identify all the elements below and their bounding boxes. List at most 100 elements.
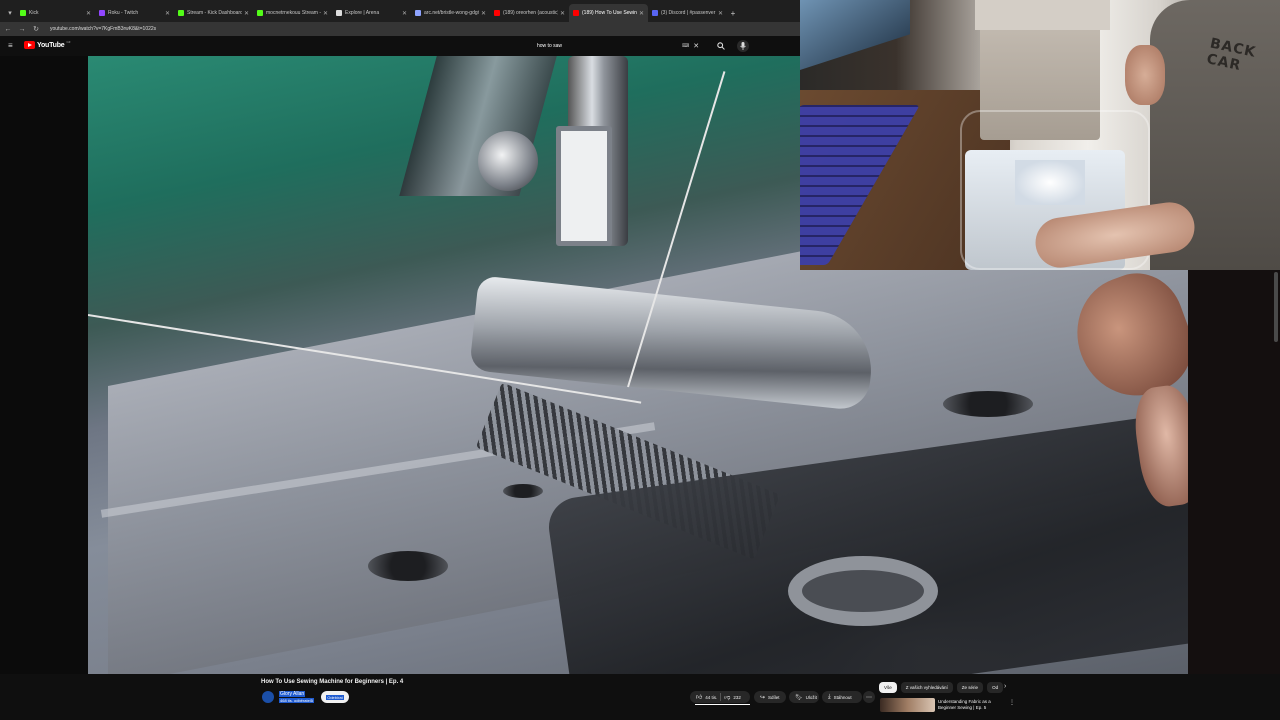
video-frame-screw-hole <box>943 391 1033 417</box>
tab-strip: Kick ✕ Roku - Twitch ✕ Stream - Kick Dashboa… <box>16 4 727 22</box>
download-label: Stáhnout <box>833 694 852 700</box>
tab-close-icon[interactable]: ✕ <box>560 10 565 17</box>
tab-title: (3) Discord | #passenver | 555 <box>661 10 716 16</box>
tab-close-icon[interactable]: ✕ <box>86 10 91 17</box>
menu-icon[interactable]: ≡ <box>8 42 13 50</box>
chip-all[interactable]: Vše <box>879 682 897 693</box>
clear-search-icon[interactable]: ✕ <box>693 42 699 50</box>
tab-close-icon[interactable]: ✕ <box>639 10 644 17</box>
webcam-overlay: BACK CAR <box>800 0 1280 270</box>
like-count[interactable]: 44 tis. <box>705 695 717 700</box>
tab-close-icon[interactable]: ✕ <box>481 10 486 17</box>
recommended-more-icon[interactable]: ⋮ <box>1009 699 1015 706</box>
thumbs-up-icon[interactable]: 👍︎ <box>696 693 702 701</box>
tab-title: Stream - Kick Dashboard <box>187 10 242 16</box>
chip-from-channel[interactable]: Od <box>987 682 1004 693</box>
channel-name[interactable]: Glory Allan <box>279 691 306 697</box>
tab-favicon-icon <box>415 10 421 16</box>
browser-tab[interactable]: mocnetrnekouu Stream - Ki ✕ <box>253 4 332 22</box>
browser-tab[interactable]: Explore | Arena ✕ <box>332 4 411 22</box>
video-frame-foot-window <box>556 126 612 246</box>
save-button[interactable]: 🔖︎ Uložit <box>789 691 819 703</box>
tab-title: Kick <box>29 10 39 16</box>
region-code: CZ <box>66 40 71 44</box>
download-button[interactable]: ⤓ Stáhnout <box>822 691 862 703</box>
search-button[interactable] <box>714 40 728 52</box>
video-frame-bobbin <box>788 556 938 626</box>
new-tab-button[interactable]: + <box>727 4 739 22</box>
youtube-logo[interactable]: YouTube CZ <box>24 40 71 49</box>
tab-favicon-icon <box>652 10 658 16</box>
tab-title: Explore | Arena <box>345 10 380 16</box>
tab-favicon-icon <box>257 10 263 16</box>
like-dislike-group: 👍︎ 44 tis. 👎︎ 232 <box>690 691 750 703</box>
more-horizontal-icon: ⋯ <box>866 694 872 701</box>
like-separator <box>720 693 722 701</box>
tab-close-icon[interactable]: ✕ <box>718 10 723 17</box>
page-scrollbar[interactable] <box>1274 272 1278 342</box>
channel-subscriber-count: 468 tis. odběratelů <box>279 698 314 703</box>
video-frame-screw-hole <box>368 551 448 581</box>
address-bar: ← → ↻ youtube.com/watch?v=7KgFmB3rwK8&t=… <box>0 22 800 36</box>
tab-list-menu-icon[interactable]: ▾ <box>4 4 16 22</box>
save-label: Uložit <box>805 694 817 700</box>
channel-avatar[interactable] <box>262 691 274 703</box>
tab-close-icon[interactable]: ✕ <box>402 10 407 17</box>
related-filter-chips: Vše Z vašich vyhledávání Ze série Od <box>879 682 1004 694</box>
more-actions-button[interactable]: ⋯ <box>863 691 875 703</box>
dislike-count[interactable]: 232 <box>733 695 741 700</box>
search-box: ⌨ ✕ <box>532 40 712 52</box>
microphone-icon <box>740 42 746 50</box>
browser-tab[interactable]: (3) Discord | #passenver | 555✕ <box>648 4 727 22</box>
like-progress-line <box>695 704 750 705</box>
screen: ▾ Kick ✕ Roku - Twitch ✕ Stream - Kick Dashb… <box>0 0 1280 720</box>
subscribe-label: Odebírat <box>326 694 344 700</box>
chevron-right-icon[interactable]: › <box>1004 683 1006 690</box>
back-icon[interactable]: ← <box>4 26 12 33</box>
tab-title: (189) oreorhen (acoustic) - Yo <box>503 10 558 16</box>
video-title: How To Use Sewing Machine for Beginners … <box>261 679 404 685</box>
youtube-play-icon <box>24 41 35 49</box>
video-frame-screw-hole <box>503 484 543 498</box>
tab-favicon-icon <box>494 10 500 16</box>
tab-close-icon[interactable]: ✕ <box>244 10 249 17</box>
tab-title: (189) How To Use Sewing M <box>582 10 637 16</box>
search-icon <box>717 42 725 50</box>
chip-from-series[interactable]: Ze série <box>956 682 984 693</box>
reload-icon[interactable]: ↻ <box>32 25 40 33</box>
recommended-title[interactable]: Understanding Fabric as a Beginner Sewin… <box>938 699 1008 711</box>
subscribe-button[interactable]: Odebírat <box>321 691 349 703</box>
forward-icon[interactable]: → <box>18 26 26 33</box>
browser-tab[interactable]: Stream - Kick Dashboard ✕ <box>174 4 253 22</box>
browser-tab[interactable]: (189) oreorhen (acoustic) - Yo✕ <box>490 4 569 22</box>
voice-search-button[interactable] <box>737 40 749 52</box>
recommended-thumbnail[interactable] <box>880 698 935 712</box>
share-button[interactable]: ↪ Sdílet <box>754 691 786 703</box>
webcam-hand <box>1125 45 1165 105</box>
keyboard-icon[interactable]: ⌨ <box>682 43 689 49</box>
tab-close-icon[interactable]: ✕ <box>323 10 328 17</box>
tab-favicon-icon <box>336 10 342 16</box>
browser-tab-bar: ▾ Kick ✕ Roku - Twitch ✕ Stream - Kick Dashb… <box>0 0 800 22</box>
tab-favicon-icon <box>20 10 26 16</box>
download-icon: ⤓ <box>828 693 831 700</box>
url-field[interactable]: youtube.com/watch?v=7KgFmB3rwK8&t=1022s <box>50 26 156 32</box>
search-input[interactable] <box>532 43 682 49</box>
browser-tab[interactable]: Kick ✕ <box>16 4 95 22</box>
tab-title: Roku - Twitch <box>108 10 139 16</box>
player-letterbox-right <box>1188 270 1280 674</box>
share-label: Sdílet <box>768 694 780 700</box>
tab-title: arc.net/bristle-wong-gdgiwoj <box>424 10 479 16</box>
browser-tab[interactable]: Roku - Twitch ✕ <box>95 4 174 22</box>
thumbs-down-icon[interactable]: 👎︎ <box>724 693 730 701</box>
tab-favicon-icon <box>573 10 579 16</box>
tab-title: mocnetrnekouu Stream - Ki <box>266 10 321 16</box>
browser-tab[interactable]: (189) How To Use Sewing M✕ <box>569 4 648 22</box>
bookmark-icon: 🔖︎ <box>795 694 803 701</box>
tab-favicon-icon <box>99 10 105 16</box>
video-frame-thumb-screw <box>478 131 538 191</box>
video-info-area <box>0 674 1280 720</box>
chip-from-searches[interactable]: Z vašich vyhledávání <box>900 682 953 693</box>
browser-tab[interactable]: arc.net/bristle-wong-gdgiwoj✕ <box>411 4 490 22</box>
tab-close-icon[interactable]: ✕ <box>165 10 170 17</box>
